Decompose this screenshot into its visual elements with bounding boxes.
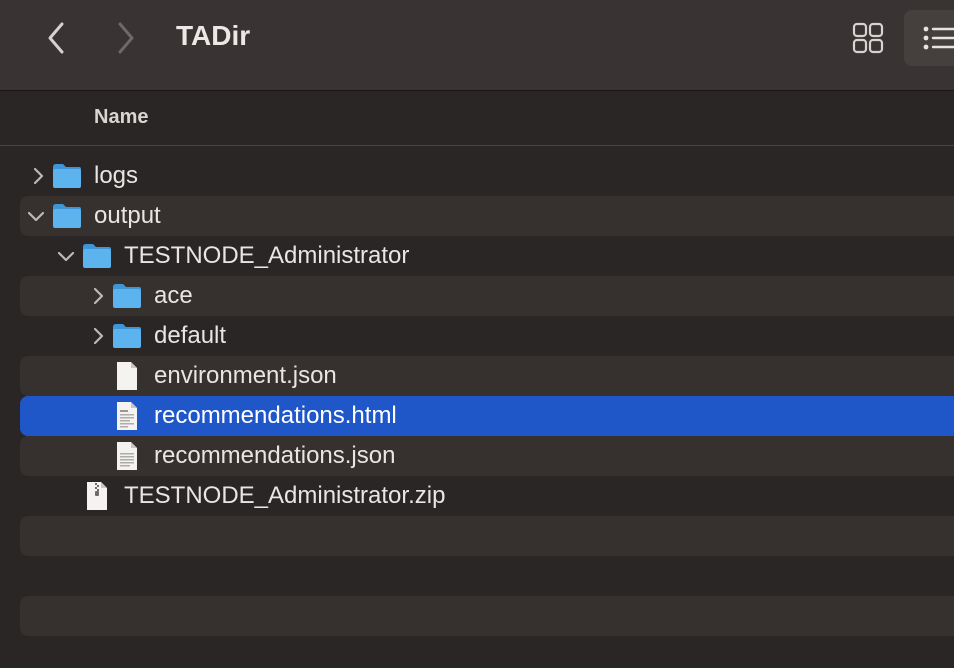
back-button[interactable]: [36, 18, 76, 58]
item-label: recommendations.html: [154, 402, 397, 429]
grid-view-icon: [852, 22, 884, 54]
chevron-right-icon: [118, 22, 134, 54]
disclosure-collapsed[interactable]: [28, 166, 48, 186]
list-item-recommendations-html[interactable]: recommendations.html: [20, 396, 954, 436]
list-item-recommendations-json[interactable]: recommendations.json: [20, 436, 954, 476]
folder-icon: [52, 202, 82, 230]
disclosure-expanded[interactable]: [26, 206, 46, 226]
list-view-icon: [923, 26, 954, 50]
folder-icon: [82, 242, 112, 270]
folder-icon: [52, 162, 82, 190]
html-document-icon: [112, 402, 142, 430]
item-label: TESTNODE_Administrator: [124, 242, 410, 269]
chevron-left-icon: [48, 22, 64, 54]
list-view-button[interactable]: [904, 10, 954, 66]
disclosure-collapsed[interactable]: [88, 326, 108, 346]
list-item-default[interactable]: default: [20, 316, 954, 356]
json-document-icon: [112, 442, 142, 470]
column-header: Name: [0, 91, 954, 146]
column-header-name[interactable]: Name: [94, 106, 148, 129]
chevron-right-icon: [93, 327, 104, 345]
file-list: logs output TESTNODE_Administrator ace d…: [0, 156, 954, 636]
item-label: recommendations.json: [154, 442, 396, 469]
disclosure-expanded[interactable]: [56, 246, 76, 266]
item-label: TESTNODE_Administrator.zip: [124, 482, 446, 509]
item-label: environment.json: [154, 362, 337, 389]
item-label: logs: [94, 162, 139, 189]
list-item-testnode-administrator-zip[interactable]: TESTNODE_Administrator.zip: [20, 476, 954, 516]
document-icon: [112, 362, 142, 390]
chevron-down-icon: [27, 211, 45, 222]
folder-icon: [112, 322, 142, 350]
chevron-right-icon: [93, 287, 104, 305]
item-label: ace: [154, 282, 193, 309]
folder-icon: [112, 282, 142, 310]
zip-archive-icon: [82, 482, 112, 510]
list-item-testnode-administrator[interactable]: TESTNODE_Administrator: [20, 236, 954, 276]
list-item-output[interactable]: output: [20, 196, 954, 236]
empty-row: [20, 556, 954, 596]
item-label: output: [94, 202, 161, 229]
chevron-right-icon: [33, 167, 44, 185]
item-label: default: [154, 322, 227, 349]
list-item-logs[interactable]: logs: [20, 156, 954, 196]
list-item-ace[interactable]: ace: [20, 276, 954, 316]
toolbar: TADir: [0, 0, 954, 91]
empty-row: [20, 516, 954, 556]
list-item-environment-json[interactable]: environment.json: [20, 356, 954, 396]
disclosure-collapsed[interactable]: [88, 286, 108, 306]
window-title: TADir: [176, 20, 251, 51]
forward-button[interactable]: [106, 18, 146, 58]
empty-row: [20, 596, 954, 636]
grid-view-button[interactable]: [848, 18, 888, 58]
chevron-down-icon: [57, 251, 75, 262]
